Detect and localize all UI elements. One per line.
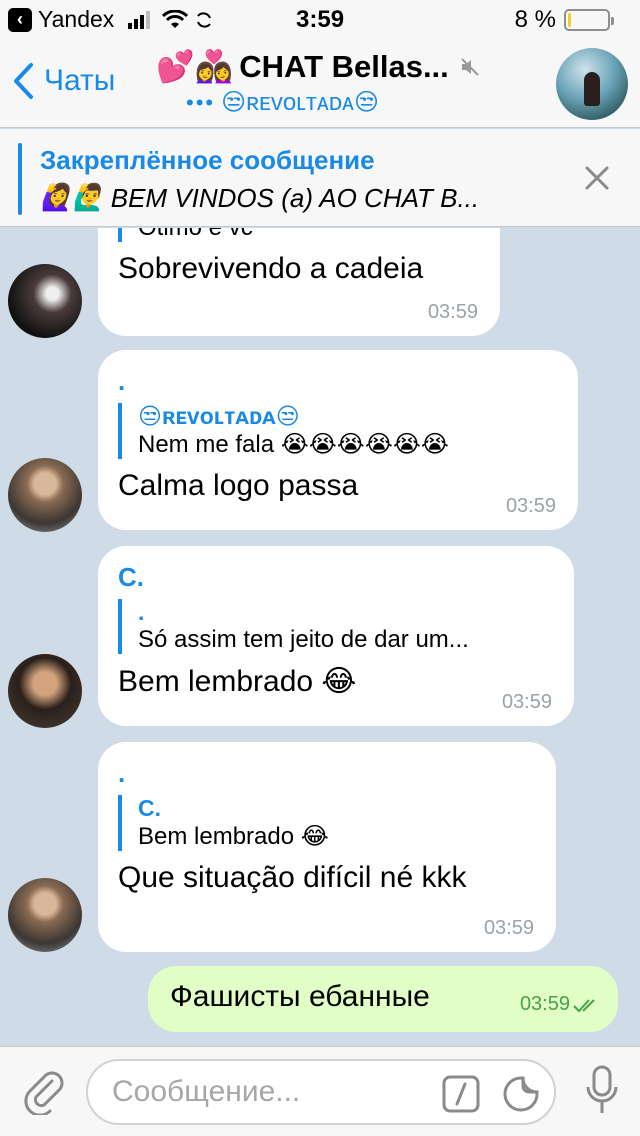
reply-preview[interactable]: C. Bem lembrado 😂 <box>118 795 536 851</box>
message-bubble[interactable]: . C. Bem lembrado 😂 Que situação difícil… <box>98 742 556 952</box>
sender-name[interactable]: . <box>118 366 558 397</box>
reply-name: 😒ʀᴇᴠᴏʟᴛᴀᴅᴀ😒 <box>138 403 300 429</box>
avatar[interactable] <box>8 264 82 338</box>
reply-name: C. <box>138 795 161 821</box>
chat-title-text: CHAT Bellas... <box>239 48 449 84</box>
status-bar: ‹ Yandex 3:59 8 % <box>0 0 640 40</box>
message-bubble[interactable]: Otimo e vc Sobrevivendo a cadeia 03:59 <box>98 228 500 336</box>
battery-icon <box>564 9 614 31</box>
reply-name: . <box>138 599 145 625</box>
reply-text: Só assim tem jeito de dar um... <box>138 626 469 653</box>
battery-fill <box>568 13 572 27</box>
message-list[interactable]: Otimo e vc Sobrevivendo a cadeia 03:59 .… <box>0 228 640 1046</box>
battery-percent: 8 % <box>514 6 556 33</box>
typing-user: 😒ʀᴇᴠᴏʟᴛᴀᴅᴀ😒 <box>221 89 379 116</box>
pinned-text: 🙋‍♀️🙋‍♂️ BEM VINDOS (a) AO CHAT B... <box>40 183 479 214</box>
clock: 3:59 <box>296 6 345 33</box>
message-input-field[interactable] <box>86 1059 556 1125</box>
input-bar <box>0 1046 640 1136</box>
carrier-name: Yandex <box>38 6 115 32</box>
bot-command-icon[interactable] <box>442 1075 480 1113</box>
reply-text: Nem me fala 😭😭😭😭😭😭 <box>138 431 449 458</box>
avatar[interactable] <box>8 878 82 952</box>
message-time: 03:59 <box>427 301 478 323</box>
status-right: 8 % <box>514 6 614 34</box>
paperclip-icon[interactable] <box>22 1067 66 1115</box>
message-input[interactable] <box>112 1075 432 1109</box>
message-text: Bem lembrado 😂 <box>118 665 357 698</box>
message-time: 03:59 <box>519 993 570 1015</box>
back-to-app-icon[interactable]: ‹ <box>8 7 32 32</box>
outgoing-message-bubble[interactable]: Фашисты ебанные 03:59 <box>148 966 618 1032</box>
message-time: 03:59 <box>505 495 556 517</box>
message-text: Sobrevivendo a cadeia <box>118 252 424 285</box>
sender-name[interactable]: C. <box>118 562 554 593</box>
avatar[interactable] <box>8 458 82 532</box>
sync-icon <box>197 11 212 28</box>
message-bubble[interactable]: C. . Só assim tem jeito de dar um... Bem… <box>98 546 574 726</box>
chevron-left-icon <box>14 63 33 99</box>
mute-icon <box>461 57 479 76</box>
message-bubble[interactable]: . 😒ʀᴇᴠᴏʟᴛᴀᴅᴀ😒 Nem me fala 😭😭😭😭😭😭 Calma l… <box>98 350 578 530</box>
avatar[interactable] <box>8 654 82 728</box>
reply-preview[interactable]: Otimo e vc <box>118 228 480 242</box>
pinned-body: BEM VINDOS (a) AO CHAT B... <box>110 183 480 213</box>
message-time: 03:59 <box>501 691 552 713</box>
signal-icon <box>128 10 151 29</box>
message-time: 03:59 <box>483 917 534 939</box>
wifi-icon <box>162 9 189 28</box>
back-button[interactable]: Чаты <box>12 62 115 100</box>
typing-indicator: ••• <box>186 89 216 115</box>
message-text: Que situação difícil né kkk <box>118 861 467 894</box>
pinned-message[interactable]: Закреплённое сообщение 🙋‍♀️🙋‍♂️ BEM VIND… <box>0 129 640 227</box>
back-label: Чаты <box>44 64 116 97</box>
reply-preview[interactable]: 😒ʀᴇᴠᴏʟᴛᴀᴅᴀ😒 Nem me fala 😭😭😭😭😭😭 <box>118 403 558 459</box>
reply-preview[interactable]: . Só assim tem jeito de dar um... <box>118 599 554 654</box>
read-checkmarks-icon <box>573 999 595 1013</box>
title-emoji: 💕👩‍❤️‍👩 <box>156 49 234 85</box>
sender-name[interactable]: . <box>118 758 536 789</box>
microphone-icon[interactable] <box>586 1065 618 1117</box>
sticker-icon[interactable] <box>502 1075 540 1113</box>
close-icon[interactable] <box>584 165 610 191</box>
nav-bar: Чаты 💕👩‍❤️‍👩 CHAT Bellas... ••• 😒ʀᴇᴠᴏʟᴛᴀ… <box>0 40 640 128</box>
reply-text: Bem lembrado 😂 <box>138 823 329 850</box>
chat-avatar[interactable] <box>556 48 628 120</box>
chat-title[interactable]: 💕👩‍❤️‍👩 CHAT Bellas... <box>156 48 516 85</box>
reply-text: Otimo e vc <box>138 228 480 242</box>
message-text: Calma logo passa <box>118 469 359 502</box>
chat-subtitle: ••• 😒ʀᴇᴠᴏʟᴛᴀᴅᴀ😒 <box>186 88 379 117</box>
pinned-accent-bar <box>18 143 22 215</box>
status-left: ‹ Yandex <box>8 6 214 33</box>
pinned-emoji: 🙋‍♀️🙋‍♂️ <box>40 183 105 213</box>
pinned-title: Закреплённое сообщение <box>40 145 375 175</box>
